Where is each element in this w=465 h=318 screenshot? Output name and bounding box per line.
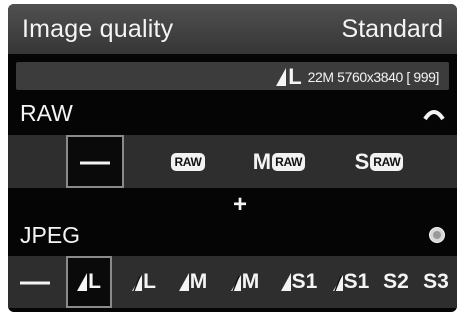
jpeg-option-small2[interactable]: S2 <box>378 256 414 308</box>
quality-normal-icon <box>132 275 143 291</box>
raw-options-bar: — RAW M RAW S RAW <box>8 135 457 188</box>
resolution-readout: 22M 5760x3840 [ 999] <box>307 69 440 85</box>
image-info-row: L 22M 5760x3840 [ 999] <box>16 62 449 90</box>
quality-setting-value: Standard <box>341 15 443 43</box>
jpeg-option-off[interactable]: — <box>18 256 52 308</box>
image-size-label: L <box>288 64 302 89</box>
title-bar: Image quality Standard <box>8 4 457 54</box>
menu-title: Image quality <box>22 15 174 43</box>
raw-option-off[interactable]: — <box>66 135 124 188</box>
quality-fine-icon <box>276 68 287 86</box>
quality-normal-icon <box>230 275 241 291</box>
raw-badge: RAW <box>171 152 205 171</box>
quality-fine-icon <box>178 273 189 291</box>
camera-menu-screen: Image quality Standard L 22M 5760x3840 [… <box>8 4 457 312</box>
quality-fine-icon <box>280 273 291 291</box>
jpeg-option-small1-normal[interactable]: S1 <box>328 256 374 308</box>
raw-badge: RAW <box>272 152 306 171</box>
jpeg-option-small1-fine[interactable]: S1 <box>276 256 322 308</box>
jpeg-section-label: JPEG <box>20 222 81 248</box>
quality-fine-icon <box>77 273 88 291</box>
raw-option-mraw[interactable]: M RAW <box>248 135 310 188</box>
plus-sign: + <box>233 191 248 218</box>
jpeg-option-medium-normal[interactable]: M <box>222 256 268 308</box>
jpeg-option-small3[interactable]: S3 <box>418 256 454 308</box>
raw-option-raw[interactable]: RAW <box>163 135 213 188</box>
main-dial-icon <box>423 110 445 121</box>
raw-badge: RAW <box>370 152 404 171</box>
jpeg-option-large-normal[interactable]: L <box>124 256 164 308</box>
raw-section-label: RAW <box>20 100 73 126</box>
jpeg-option-large-fine[interactable]: L <box>66 256 112 308</box>
image-size-indicator: L <box>276 64 302 90</box>
quality-normal-icon <box>332 275 343 291</box>
jpeg-option-medium-fine[interactable]: M <box>170 256 216 308</box>
raw-option-sraw[interactable]: S RAW <box>348 135 410 188</box>
quick-control-dial-icon <box>429 227 445 243</box>
jpeg-options-bar: — L L M M S1 S1 S2 S3 <box>8 256 457 308</box>
